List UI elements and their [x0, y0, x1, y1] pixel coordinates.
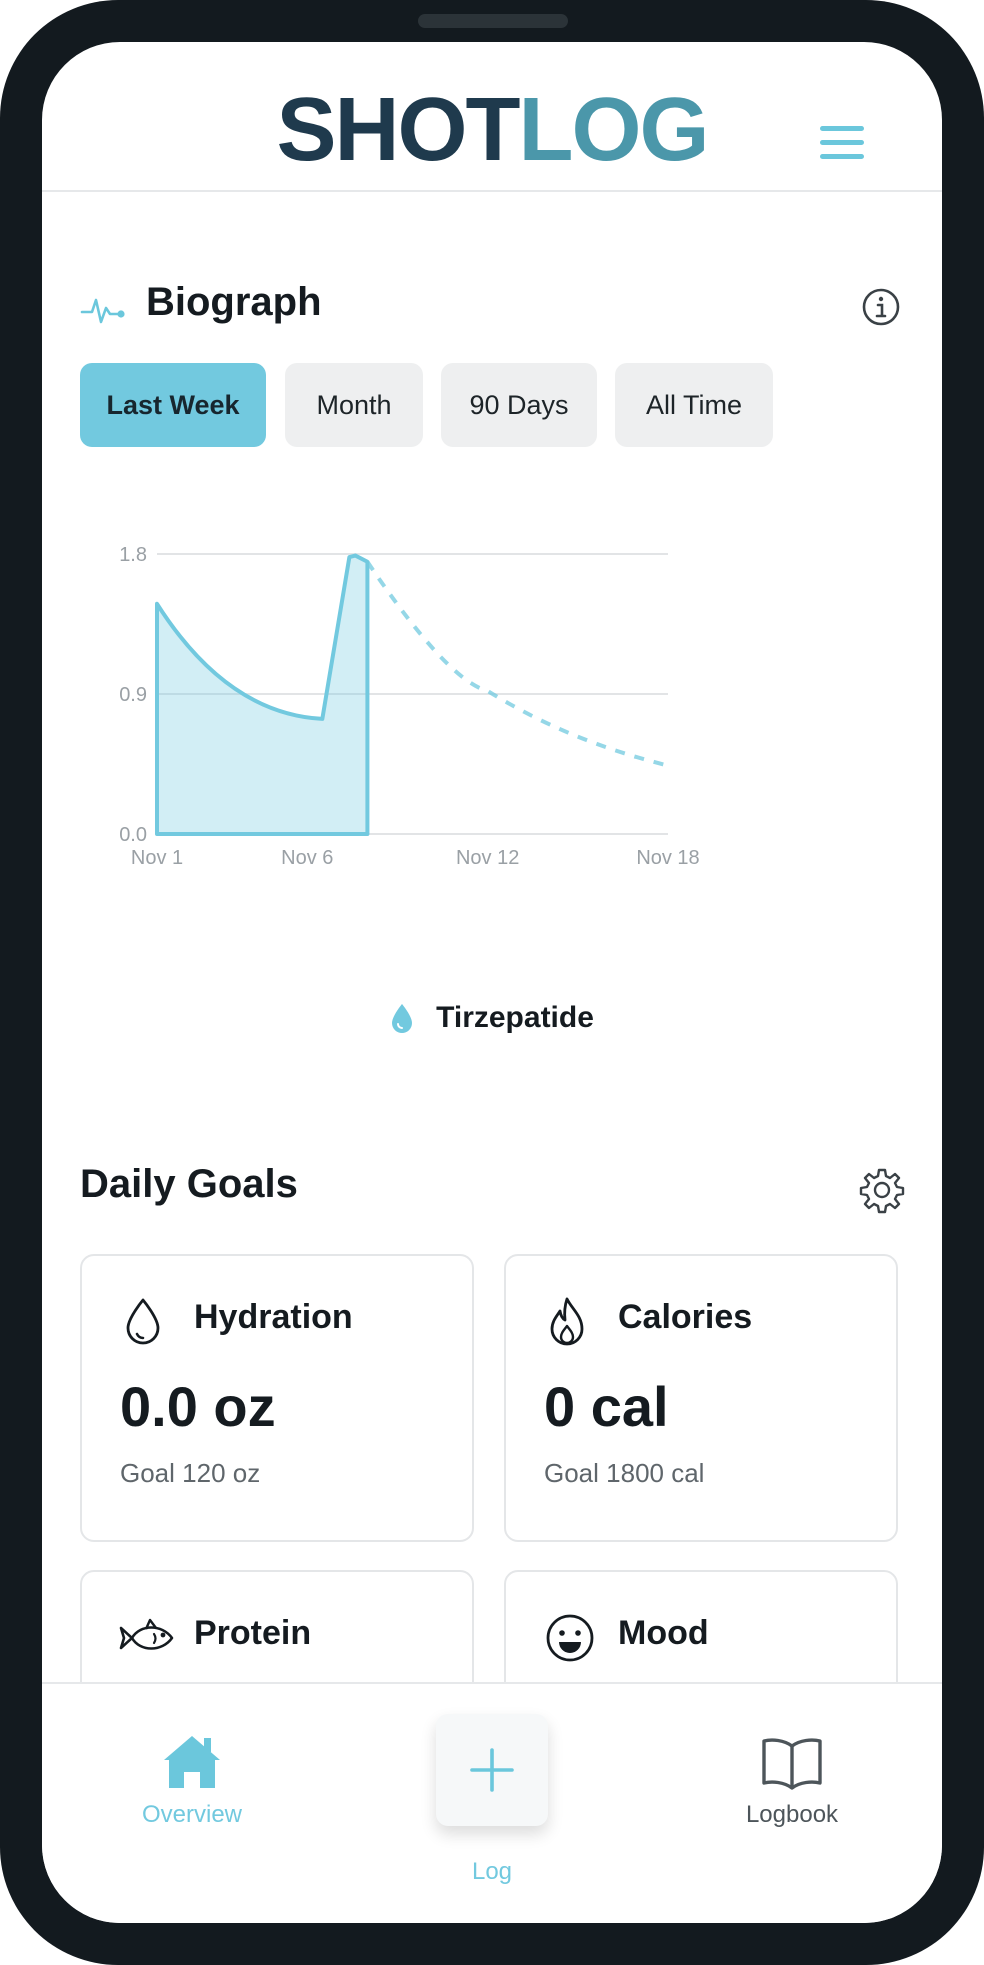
y-tick-label: 0.9	[119, 684, 147, 706]
phone-frame: SHOTLOG Biograph Last Week Month 90 Days…	[0, 0, 984, 1965]
plus-icon	[470, 1748, 514, 1792]
log-add-button[interactable]	[436, 1714, 548, 1826]
legend-label: Tirzepatide	[436, 1001, 594, 1034]
x-tick-label: Nov 18	[636, 847, 699, 869]
tab-all-time[interactable]: All Time	[615, 363, 773, 447]
projection-line	[365, 560, 669, 768]
gear-icon[interactable]	[858, 1166, 906, 1214]
mood-title: Mood	[618, 1614, 709, 1652]
nav-logbook-label: Logbook	[745, 1801, 839, 1828]
app-logo: SHOTLOG	[42, 80, 942, 180]
calories-title: Calories	[618, 1298, 753, 1336]
hydration-value: 0.0 oz	[120, 1375, 276, 1438]
x-tick-label: Nov 6	[281, 847, 333, 869]
logo-part-log: LOG	[518, 80, 710, 180]
hydration-card[interactable]: Hydration 0.0 oz Goal 120 oz	[80, 1254, 474, 1542]
water-drop-icon	[126, 1298, 160, 1345]
daily-goals-title: Daily Goals	[80, 1162, 298, 1206]
fish-icon	[119, 1618, 174, 1650]
smiley-icon	[546, 1614, 594, 1662]
tab-last-week[interactable]: Last Week	[80, 363, 266, 447]
biograph-title: Biograph	[146, 280, 322, 324]
app-header: SHOTLOG	[42, 42, 942, 192]
bottom-navigation: Overview Log Logbook	[42, 1682, 942, 1923]
x-tick-label: Nov 1	[131, 847, 183, 869]
legend-drop-icon	[392, 1004, 413, 1033]
x-tick-label: Nov 12	[456, 847, 519, 869]
y-tick-label: 0.0	[119, 824, 147, 846]
nav-logbook[interactable]: Logbook	[712, 1732, 872, 1829]
hamburger-menu-icon[interactable]	[820, 126, 864, 160]
home-icon	[164, 1736, 220, 1788]
logo-part-shot: SHOT	[276, 80, 520, 180]
tab-90-days[interactable]: 90 Days	[441, 363, 597, 447]
heartbeat-icon	[80, 298, 125, 324]
nav-overview[interactable]: Overview	[112, 1732, 272, 1829]
app-screen: SHOTLOG Biograph Last Week Month 90 Days…	[42, 42, 942, 1923]
flame-icon	[550, 1297, 584, 1346]
speaker-slot	[418, 14, 568, 28]
info-icon[interactable]	[860, 286, 902, 328]
chart-legend: Tirzepatide	[42, 988, 942, 1048]
hydration-title: Hydration	[194, 1298, 353, 1336]
biograph-chart: 0.0 0.9 1.8 Nov 1 Nov 6 Nov 12 Nov 18	[119, 544, 700, 869]
y-tick-label: 1.8	[119, 544, 147, 566]
calories-value: 0 cal	[544, 1375, 669, 1438]
tab-month[interactable]: Month	[285, 363, 423, 447]
hydration-goal: Goal 120 oz	[120, 1458, 261, 1488]
nav-overview-label: Overview	[141, 1801, 243, 1828]
calories-card[interactable]: Calories 0 cal Goal 1800 cal	[504, 1254, 898, 1542]
open-book-icon	[762, 1738, 822, 1790]
nav-log-label[interactable]: Log	[432, 1858, 552, 1886]
calories-goal: Goal 1800 cal	[544, 1458, 705, 1488]
protein-title: Protein	[194, 1614, 312, 1652]
